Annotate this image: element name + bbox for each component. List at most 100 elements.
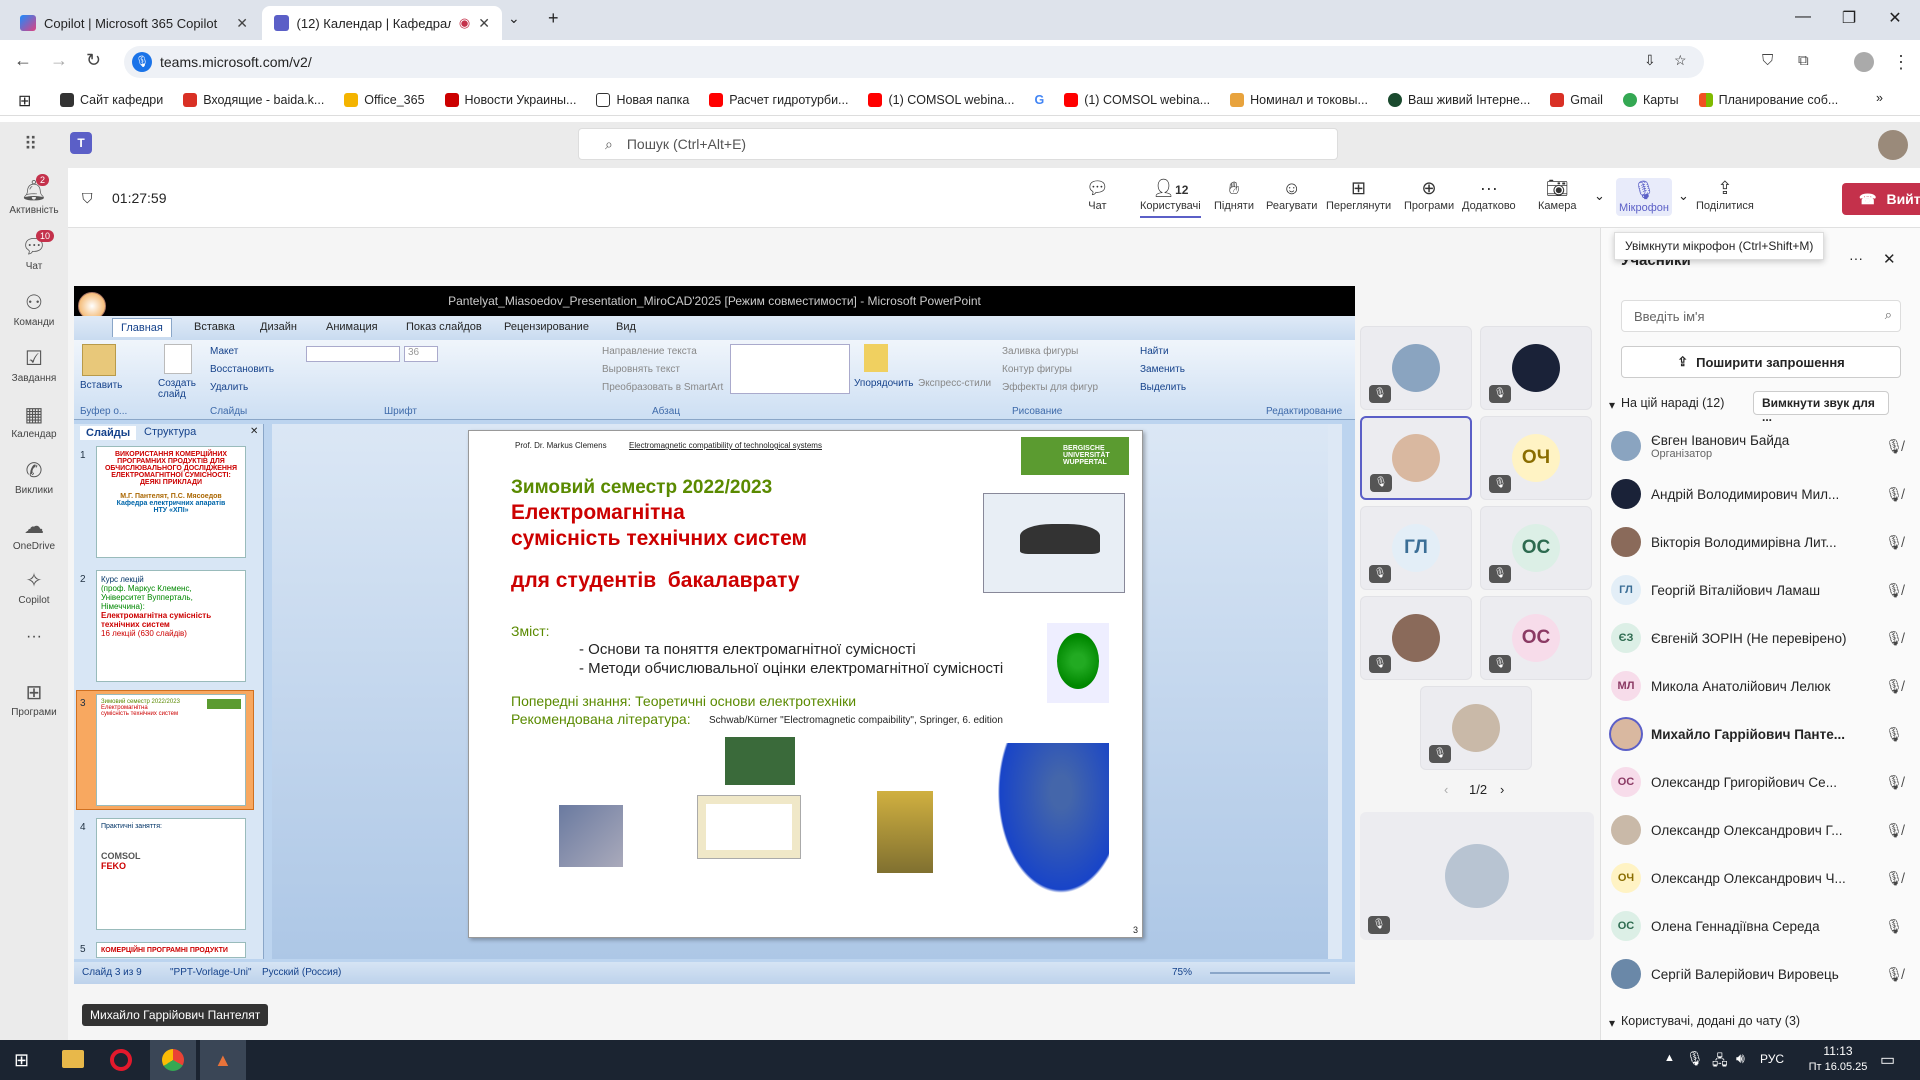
ribbon-tab-design[interactable]: Дизайн	[260, 321, 297, 333]
participant-row[interactable]: МЛ Микола Анатолійович Лелюк 🎙︎̸	[1611, 666, 1911, 706]
rail-calls[interactable]: ✆ Виклики	[0, 458, 68, 496]
shape-fill-button[interactable]: Заливка фигуры	[1002, 346, 1078, 357]
rail-more[interactable]: ···	[0, 628, 68, 646]
menu-kebab-icon[interactable]: ⋮	[1892, 52, 1910, 73]
bookmark[interactable]: (1) COMSOL webina...	[868, 92, 1014, 107]
close-tab-icon[interactable]: ✕	[478, 15, 490, 32]
forward-icon[interactable]: →	[50, 50, 68, 71]
slide-thumb-1[interactable]: ВИКОРИСТАННЯ КОМЕРЦІЙНИХ ПРОГРАМНИХ ПРОДУ…	[96, 446, 246, 558]
mic-permission-icon[interactable]: 🎙	[132, 52, 152, 72]
app-launcher-icon[interactable]: ⠿	[24, 134, 37, 155]
participant-row[interactable]: Андрій Володимирович Мил... 🎙︎̸	[1611, 474, 1911, 514]
user-avatar[interactable]	[1878, 130, 1908, 160]
apps-button[interactable]: ⊕ Програми	[1404, 178, 1454, 212]
view-button[interactable]: ⊞ Переглянути	[1326, 178, 1391, 212]
install-app-icon[interactable]: ⇩	[1644, 52, 1656, 69]
section-collapse-icon[interactable]: ▾	[1609, 1016, 1615, 1030]
camera-options-chevron-icon[interactable]: ⌄	[1594, 188, 1605, 204]
share-invite-button[interactable]: ⇪ Поширити запрошення	[1621, 346, 1901, 378]
video-tile[interactable]: ОС 🎙︎	[1480, 506, 1592, 590]
close-tab-icon[interactable]: ✕	[236, 15, 248, 32]
slide-thumb-3[interactable]: Зимовий семестр 2022/2023 Електромагнітна…	[96, 694, 246, 806]
tray-arrow-icon[interactable]: ▲	[1664, 1052, 1675, 1064]
bookmark[interactable]: Новая папка	[596, 92, 689, 107]
extensions-icon[interactable]: ⧉	[1798, 52, 1809, 69]
slide-thumb-2[interactable]: Курс лекцій (проф. Маркус Клеменс, Універс…	[96, 570, 246, 682]
smartart-button[interactable]: Преобразовать в SmartArt	[602, 382, 723, 393]
react-button[interactable]: ☺ Реагувати	[1266, 178, 1317, 212]
back-icon[interactable]: ←	[14, 50, 32, 71]
text-direction-button[interactable]: Направление текста	[602, 346, 697, 357]
rail-activity[interactable]: 🔔︎ 2 Активність	[0, 174, 68, 216]
reset-button[interactable]: Восстановить	[210, 364, 274, 375]
participant-row[interactable]: ОС Олена Геннадіївна Середа 🎙︎	[1611, 906, 1911, 946]
search-input[interactable]: ⌕ Пошук (Ctrl+Alt+E)	[578, 128, 1338, 160]
panel-more-icon[interactable]: ···	[1849, 250, 1863, 266]
volume-icon[interactable]: 🔊︎	[1736, 1050, 1745, 1067]
leave-button[interactable]: ☎Вийти⌄	[1842, 183, 1920, 215]
align-text-button[interactable]: Выровнять текст	[602, 364, 680, 375]
bookmark[interactable]: Планирование соб...	[1698, 92, 1838, 107]
video-tile[interactable]: ОЧ 🎙︎	[1480, 416, 1592, 500]
participant-row[interactable]: Михайло Гаррійович Панте... 🎙︎	[1611, 714, 1911, 754]
shape-effects-button[interactable]: Эффекты для фигур	[1002, 382, 1098, 393]
camera-button[interactable]: 📷︎ Камера	[1538, 178, 1576, 212]
more-bookmarks-icon[interactable]: »	[1876, 91, 1883, 105]
paste-button[interactable]: Вставить	[80, 380, 122, 391]
rail-onedrive[interactable]: ☁ OneDrive	[0, 514, 68, 552]
video-tile[interactable]: 🎙︎	[1360, 416, 1472, 500]
windows-start-icon[interactable]: ⊞	[14, 1050, 29, 1071]
video-tile[interactable]: ОС 🎙︎	[1480, 596, 1592, 680]
participant-search-input[interactable]: Введіть ім'я ⌕	[1621, 300, 1901, 332]
tab-list-icon[interactable]: ⌄	[508, 10, 520, 27]
video-tile[interactable]: 🎙︎	[1360, 326, 1472, 410]
participant-row[interactable]: ЄЗ Євгеній ЗОРІН (Не перевірено) 🎙︎̸	[1611, 618, 1911, 658]
apps-grid-icon[interactable]: ⊞	[18, 91, 31, 111]
rail-copilot[interactable]: ✧ Copilot	[0, 568, 68, 606]
select-button[interactable]: Выделить	[1140, 382, 1186, 393]
rail-teams[interactable]: ⚇ Команди	[0, 290, 68, 328]
bookmark[interactable]: Карты	[1622, 92, 1679, 107]
bookmark-star-icon[interactable]: ☆	[1674, 52, 1687, 69]
minimize-icon[interactable]: —	[1780, 8, 1826, 32]
ribbon-tab-review[interactable]: Рецензирование	[504, 321, 589, 333]
bookmark[interactable]: Расчет гидротурби...	[709, 92, 848, 107]
rail-tasks[interactable]: ☑ Завдання	[0, 346, 68, 384]
tray-mic-icon[interactable]: 🎙︎	[1686, 1050, 1704, 1067]
arrange-button[interactable]: Упорядочить	[854, 378, 914, 389]
browser-tab-teams[interactable]: (12) Календар | Кафедраль ◉ ✕	[262, 6, 502, 40]
next-page-icon[interactable]: ›	[1500, 782, 1504, 797]
mute-all-button[interactable]: Вимкнути звук для ...	[1753, 391, 1889, 424]
font-size-field[interactable]: 36	[404, 346, 438, 362]
close-pane-icon[interactable]: ✕	[250, 426, 258, 437]
find-button[interactable]: Найти	[1140, 346, 1169, 357]
quick-styles-button[interactable]: Экспресс-стили	[918, 378, 991, 389]
shield-extension-icon[interactable]: ⛉	[1762, 52, 1773, 69]
bookmark[interactable]: (1) COMSOL webina...	[1064, 92, 1210, 107]
bookmark[interactable]: Входящие - baida.k...	[183, 92, 324, 107]
video-tile[interactable]: 🎙︎	[1360, 596, 1472, 680]
notifications-icon[interactable]: ▭	[1880, 1050, 1895, 1070]
url-field[interactable]: 🎙 teams.microsoft.com/v2/ ⇩ ☆	[124, 46, 1704, 78]
new-slide-button[interactable]: Создать слайд	[158, 378, 206, 400]
bookmark[interactable]: G	[1034, 93, 1044, 107]
share-button[interactable]: ⇪ Поділитися	[1696, 178, 1754, 212]
participant-row[interactable]: Сергій Валерійович Вировець 🎙︎̸	[1611, 954, 1911, 994]
bookmark[interactable]: Office_365	[344, 92, 425, 107]
participant-row[interactable]: ГЛ Георгій Віталійович Ламаш 🎙︎̸	[1611, 570, 1911, 610]
ribbon-tab-slideshow[interactable]: Показ слайдов	[406, 321, 482, 333]
participant-row[interactable]: Олександр Олександрович Г... 🎙︎̸	[1611, 810, 1911, 850]
ribbon-tab-insert[interactable]: Вставка	[194, 321, 235, 333]
mic-options-chevron-icon[interactable]: ⌄	[1678, 188, 1689, 204]
slides-tab[interactable]: Слайды	[80, 426, 137, 440]
bookmark[interactable]: Новости Украины...	[444, 92, 576, 107]
opera-icon[interactable]	[110, 1049, 132, 1071]
rail-apps[interactable]: ⊞ Програми	[0, 680, 68, 718]
prev-page-icon[interactable]: ‹	[1444, 782, 1448, 797]
zoom-slider[interactable]	[1210, 972, 1330, 974]
slide-thumb-5[interactable]: КОМЕРЦІЙНІ ПРОГРАМНІ ПРОДУКТИ	[96, 942, 246, 958]
video-tile[interactable]: 🎙︎	[1420, 686, 1532, 770]
outline-tab[interactable]: Структура	[144, 426, 196, 438]
bookmark[interactable]: Номинал и токовы...	[1230, 92, 1368, 107]
shape-outline-button[interactable]: Контур фигуры	[1002, 364, 1072, 375]
